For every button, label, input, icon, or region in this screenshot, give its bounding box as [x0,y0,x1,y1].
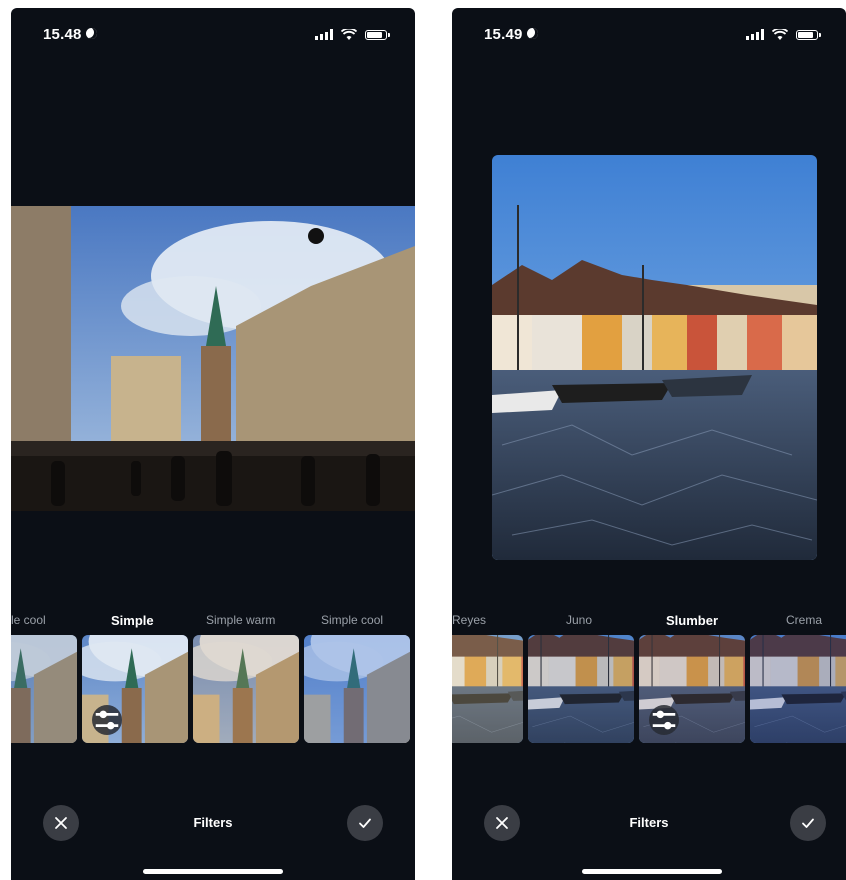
filter-label[interactable]: Simple cool [321,613,383,627]
status-bar: 15.49 [452,24,846,48]
checkmark-icon [802,818,814,828]
filter-thumbnails [11,635,415,743]
confirm-button[interactable] [347,805,383,841]
checkmark-icon [359,818,371,828]
filter-names: le cool Simple Simple warm Simple cool [11,613,415,633]
filter-thumbnail-selected[interactable] [639,635,745,743]
sliders-icon[interactable] [92,705,122,735]
bottom-toolbar: Filters [452,803,846,843]
filter-thumbnail[interactable] [193,635,299,743]
status-bar: 15.48 [11,24,415,48]
filter-names: Reyes Juno Slumber Crema [452,613,846,633]
moon-icon [526,28,538,39]
photo-preview [11,206,415,511]
filter-label-selected[interactable]: Slumber [666,613,718,628]
filter-label[interactable]: le cool [11,613,46,627]
filter-label[interactable]: Juno [566,613,592,627]
cellular-signal-icon [315,29,333,40]
filter-thumbnail[interactable] [750,635,846,743]
phone-screen-right: 15.49 Reyes Juno Slumber Crema Filters [452,8,846,880]
filter-thumbnail-selected[interactable] [82,635,188,743]
filter-label[interactable]: Reyes [452,613,486,627]
filter-label-selected[interactable]: Simple [111,613,154,628]
photo-preview [492,155,817,560]
filter-thumbnail[interactable] [528,635,634,743]
status-time: 15.49 [484,26,538,43]
moon-icon [85,28,97,39]
page-title: Filters [629,815,669,830]
filter-thumbnail[interactable] [452,635,523,743]
phone-screen-left: 15.48 le cool Simple Simple warm Simple … [11,8,415,880]
battery-icon [365,30,390,40]
filter-thumbnail[interactable] [11,635,77,743]
home-indicator[interactable] [143,869,283,874]
filter-thumbnail[interactable] [304,635,410,743]
filter-label[interactable]: Simple warm [206,613,275,627]
cellular-signal-icon [746,29,764,40]
sliders-icon[interactable] [649,705,679,735]
battery-icon [796,30,821,40]
wifi-icon [341,29,357,40]
filter-label[interactable]: Crema [786,613,822,627]
home-indicator[interactable] [582,869,722,874]
wifi-icon [772,29,788,40]
filter-thumbnails [452,635,846,743]
bottom-toolbar: Filters [11,803,415,843]
status-time: 15.48 [43,26,97,43]
confirm-button[interactable] [790,805,826,841]
